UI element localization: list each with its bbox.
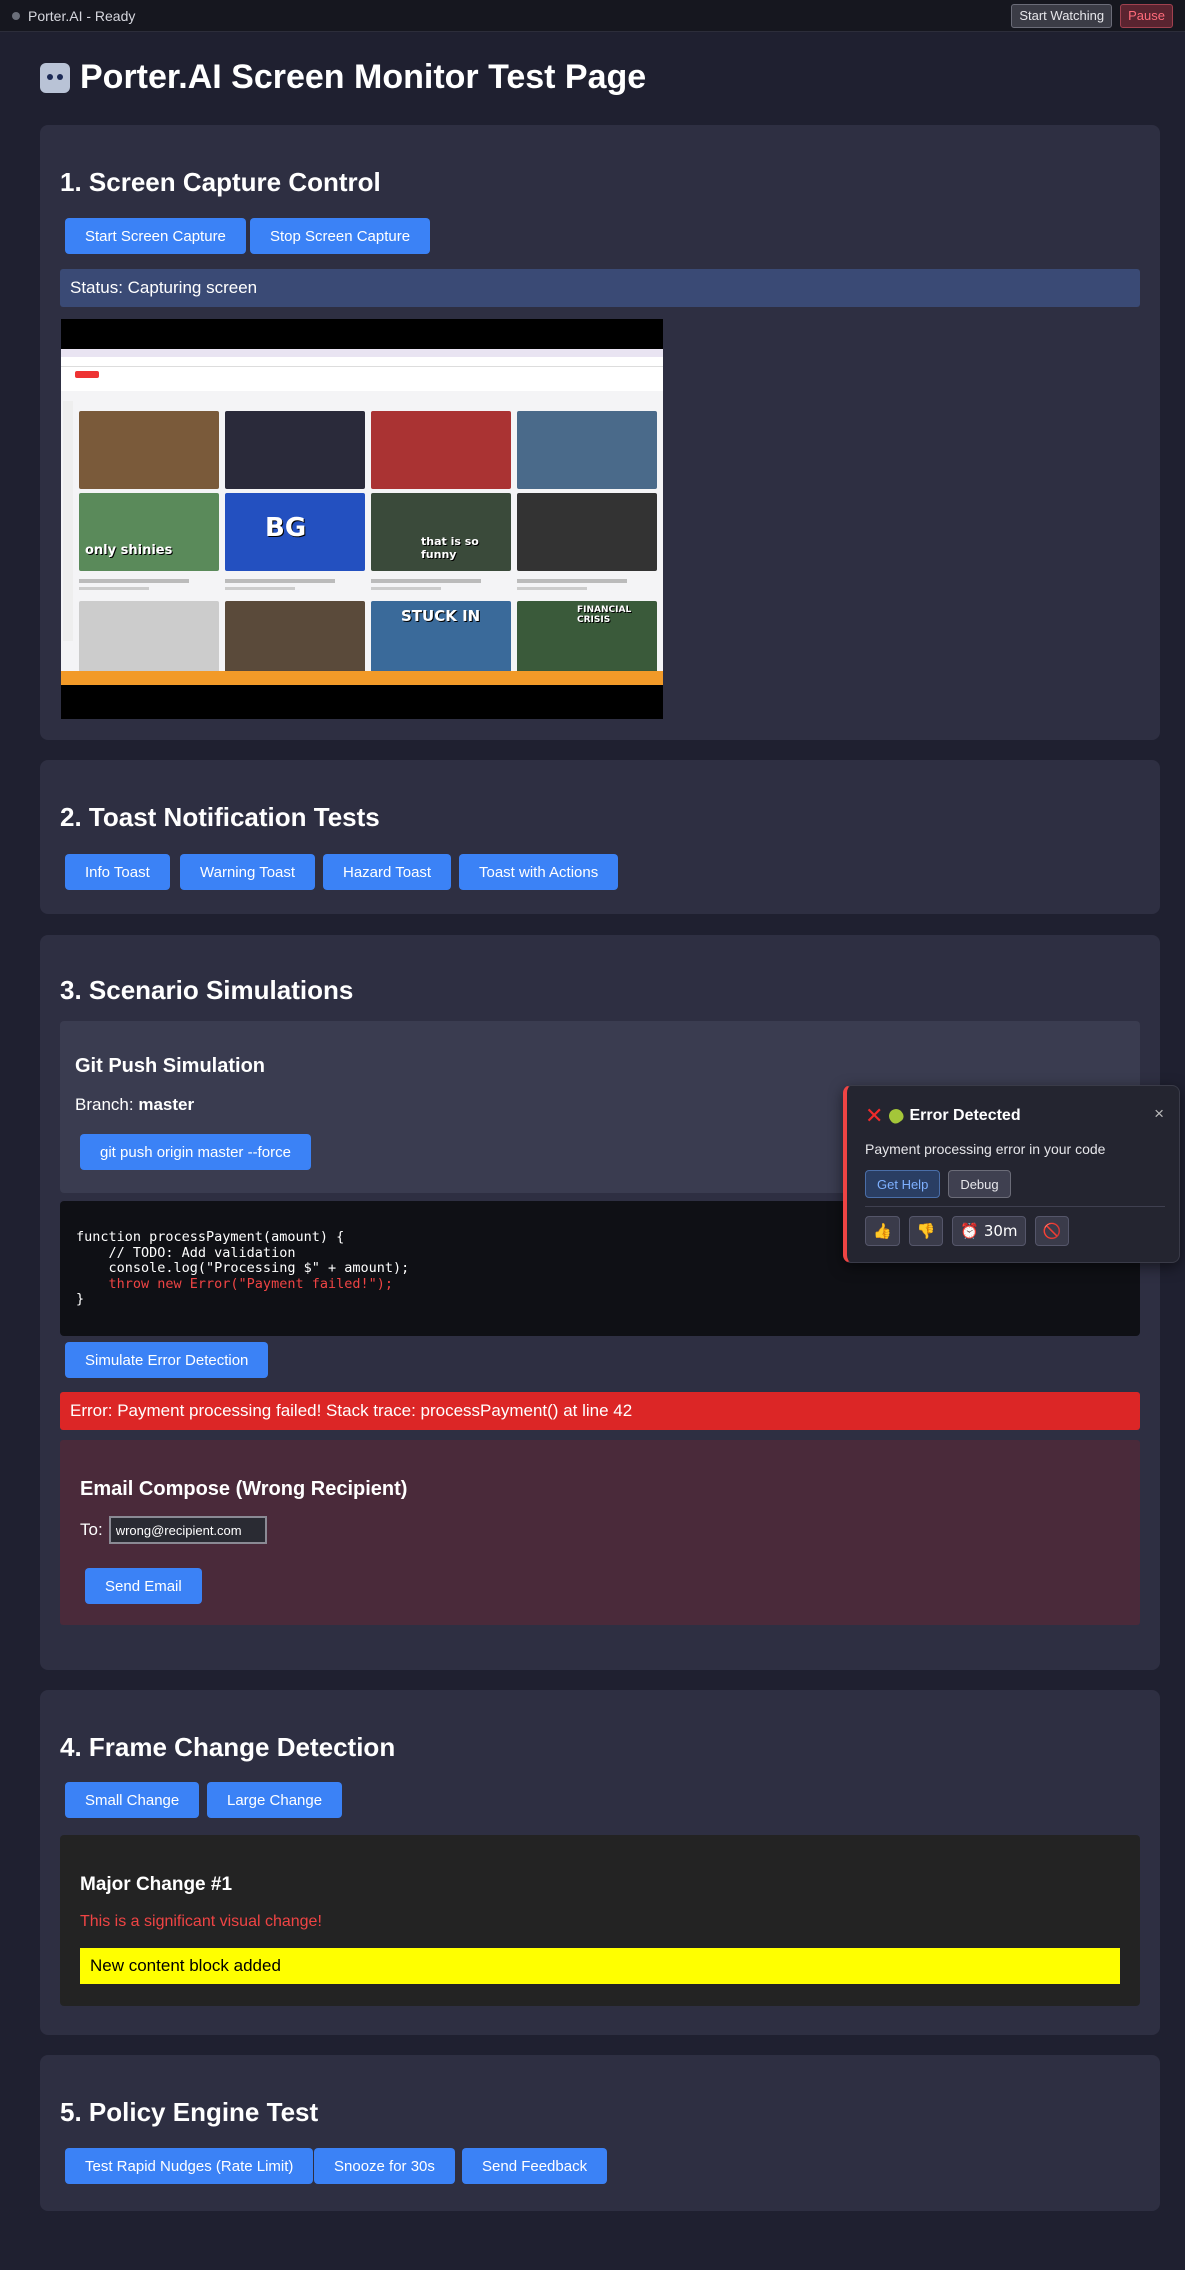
new-content-text: New content block added: [90, 1956, 281, 1975]
policy-engine-section: 5. Policy Engine Test Test Rapid Nudges …: [40, 2055, 1160, 2211]
send-email-button[interactable]: Send Email: [85, 1568, 202, 1604]
code-line: console.log("Processing $" + amount);: [76, 1260, 410, 1276]
start-watching-button[interactable]: Start Watching: [1011, 3, 1113, 28]
branch-value: master: [138, 1095, 195, 1114]
rapid-nudges-button[interactable]: Test Rapid Nudges (Rate Limit): [65, 2148, 314, 2184]
email-compose-panel: Email Compose (Wrong Recipient) To: Send…: [60, 1440, 1140, 1625]
small-change-button[interactable]: Small Change: [65, 1782, 200, 1818]
git-push-title: Git Push Simulation: [75, 1055, 266, 1077]
snooze-30s-button[interactable]: Snooze for 30s: [314, 2148, 455, 2184]
get-help-button[interactable]: Get Help: [865, 1170, 941, 1198]
scenario-simulations-section: 3. Scenario Simulations Git Push Simulat…: [40, 935, 1160, 1670]
info-toast-button[interactable]: Info Toast: [65, 854, 170, 890]
toast-header: ✕ Error Detected: [865, 1105, 1021, 1127]
frame-change-panel: Major Change #1 This is a significant vi…: [60, 1835, 1140, 2006]
captured-screen-image: only shinies BG that is so funny STUCK I…: [61, 349, 663, 685]
close-icon[interactable]: ×: [1154, 1104, 1164, 1124]
stop-screen-capture-button[interactable]: Stop Screen Capture: [250, 218, 431, 254]
bug-icon: [886, 1106, 907, 1126]
toast-actions: Get Help Debug: [865, 1170, 1011, 1198]
code-line-error: throw new Error("Payment failed!");: [76, 1275, 393, 1292]
email-to-row: To:: [80, 1516, 267, 1544]
error-message-text: Error: Payment processing failed! Stack …: [70, 1401, 633, 1420]
page-title-text: Porter.AI Screen Monitor Test Page: [80, 58, 647, 96]
simulate-error-detection-button[interactable]: Simulate Error Detection: [65, 1342, 269, 1378]
large-change-button[interactable]: Large Change: [207, 1782, 343, 1818]
code-line: }: [76, 1291, 85, 1307]
toast-tests-heading: 2. Toast Notification Tests: [60, 802, 380, 832]
major-change-title: Major Change #1: [80, 1874, 233, 1895]
warning-toast-button[interactable]: Warning Toast: [180, 854, 316, 890]
branch-label: Branch:: [75, 1095, 134, 1114]
error-toast: ✕ Error Detected × Payment processing er…: [843, 1085, 1180, 1263]
screen-capture-preview: only shinies BG that is so funny STUCK I…: [61, 319, 663, 719]
start-screen-capture-button[interactable]: Start Screen Capture: [65, 218, 246, 254]
pause-button[interactable]: Pause: [1120, 3, 1173, 28]
capture-status: Status: Capturing screen: [60, 269, 1140, 307]
email-compose-title: Email Compose (Wrong Recipient): [80, 1478, 408, 1500]
thumbs-up-icon[interactable]: 👍: [865, 1216, 900, 1246]
thumbs-down-icon[interactable]: 👎: [908, 1216, 944, 1246]
robot-icon: [40, 62, 70, 93]
capture-status-text: Status: Capturing screen: [70, 278, 258, 297]
status-dot-icon: [12, 11, 20, 20]
toast-feedback-row: 👍 👎 ⏰ 30m 🚫: [865, 1216, 1070, 1246]
frame-change-heading: 4. Frame Change Detection: [60, 1732, 396, 1762]
frame-change-section: 4. Frame Change Detection Small Change L…: [40, 1690, 1160, 2035]
send-feedback-button[interactable]: Send Feedback: [462, 2148, 608, 2184]
toast-with-actions-button[interactable]: Toast with Actions: [459, 854, 619, 890]
top-status-bar: Porter.AI - Ready Start Watching Pause: [0, 0, 1185, 32]
error-message-bar: Error: Payment processing failed! Stack …: [60, 1392, 1140, 1430]
page-title: Porter.AI Screen Monitor Test Page: [40, 58, 646, 97]
git-push-force-button[interactable]: git push origin master --force: [80, 1134, 311, 1170]
email-to-input[interactable]: [108, 1516, 267, 1544]
policy-engine-heading: 5. Policy Engine Test: [60, 2097, 319, 2127]
screen-capture-heading: 1. Screen Capture Control: [60, 167, 381, 197]
toast-divider: [865, 1206, 1165, 1207]
error-x-icon: ✕: [865, 1103, 884, 1128]
significant-change-text: This is a significant visual change!: [80, 1913, 322, 1930]
toast-tests-section: 2. Toast Notification Tests Info Toast W…: [40, 760, 1160, 914]
app-status-text: Porter.AI - Ready: [28, 7, 136, 24]
snooze-30m-button[interactable]: ⏰ 30m: [952, 1216, 1026, 1246]
email-to-label: To:: [80, 1520, 103, 1539]
toast-message: Payment processing error in your code: [865, 1141, 1106, 1157]
debug-button[interactable]: Debug: [948, 1170, 1011, 1198]
scenario-simulations-heading: 3. Scenario Simulations: [60, 975, 354, 1005]
toast-title: Error Detected: [909, 1107, 1021, 1124]
branch-row: Branch: master: [75, 1095, 194, 1115]
hazard-toast-button[interactable]: Hazard Toast: [323, 854, 452, 890]
new-content-block: New content block added: [80, 1948, 1120, 1984]
screen-capture-section: 1. Screen Capture Control Start Screen C…: [40, 125, 1160, 740]
block-icon[interactable]: 🚫: [1034, 1216, 1070, 1246]
